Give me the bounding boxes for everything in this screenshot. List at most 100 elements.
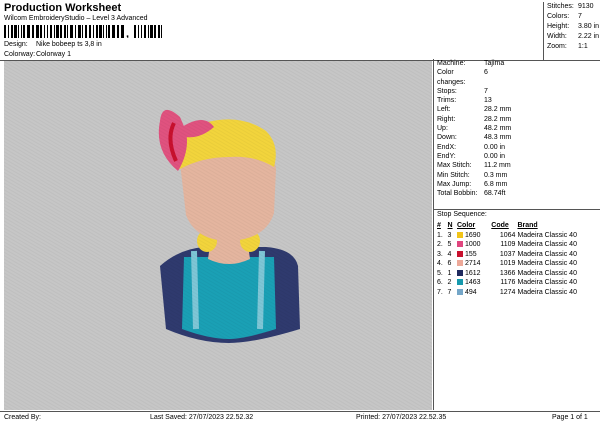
machine-info-row: Max Jump: 6.8 mm — [437, 180, 597, 189]
machine-info-key: Left: — [437, 106, 451, 114]
barcode-bar — [106, 25, 107, 38]
barcode-bar — [78, 25, 81, 38]
thread-color: 1463 — [456, 278, 490, 288]
barcode-bar — [23, 25, 25, 38]
machine-info-value: 6 — [484, 69, 488, 77]
barcode-bar — [47, 25, 48, 38]
thread-brand: Madeira Classic 40 — [517, 231, 577, 239]
design-preview — [4, 61, 432, 410]
stop-sequence-title: Stop Sequence: — [437, 211, 487, 218]
barcode-bar — [32, 25, 34, 38]
stop-number: 3. — [437, 250, 443, 258]
thread-code: 1274 — [499, 288, 516, 296]
color-swatch — [456, 241, 463, 247]
software-subtitle: Wilcom EmbroideryStudio – Level 3 Advanc… — [4, 15, 148, 22]
machine-info-value: 48.3 mm — [484, 134, 512, 142]
thread-brand: Madeira Classic 40 — [517, 269, 577, 277]
machine-info-value: 11.2 mm — [484, 162, 511, 170]
thread-brand: Madeira Classic 40 — [517, 241, 577, 248]
thread-brand: Madeira Classic 40 — [517, 279, 577, 286]
machine-info-value: 48.2 mm — [484, 125, 512, 133]
color-number: 1690 — [464, 231, 481, 239]
stop-sequence-divider — [434, 209, 600, 210]
barcode-bar — [85, 25, 87, 38]
machine-info-key: Color changes: — [437, 69, 466, 86]
color-swatch — [456, 260, 463, 266]
machine-info-key: Min Stitch: — [437, 171, 470, 179]
barcode-bar — [158, 25, 160, 38]
color-swatch — [456, 279, 463, 285]
stat-zoom: Zoom: 1:1 — [547, 43, 588, 50]
stop-sequence-row: 3. 4 155 1037 Madeira Classic 40 — [436, 250, 599, 260]
needle-number: 5 — [447, 241, 452, 248]
machine-info-row: Down: 48.3 mm — [437, 133, 597, 142]
thread-color: 494 — [456, 288, 490, 298]
barcode-bar — [36, 25, 39, 38]
page-title: Production Worksheet — [4, 2, 122, 14]
stop-sequence-row: 6. 2 1463 1176 Madeira Classic 40 — [436, 278, 599, 288]
machine-info-row: Total Bobbin: 68.74ft — [437, 189, 597, 198]
barcode-bar — [21, 25, 22, 38]
machine-info-value: 0.3 mm — [484, 171, 508, 179]
stat-stitches: Stitches: 9130 — [547, 3, 594, 10]
col-header-n: N — [447, 222, 453, 229]
stop-sequence-row: 2. 5 1000 1109 Madeira Classic 40 — [436, 240, 599, 250]
barcode-bar — [50, 25, 52, 38]
footer-last-saved: Last Saved: 27/07/2023 22.52.32 — [150, 414, 254, 421]
stop-number: 5. — [437, 269, 443, 277]
needle-number: 7 — [447, 288, 452, 296]
barcode-bar — [148, 25, 149, 38]
color-number: 1463 — [464, 279, 481, 286]
barcode-bar — [99, 25, 102, 38]
stop-number: 2. — [437, 241, 443, 248]
barcode-bar — [64, 25, 66, 38]
barcode-bar — [60, 25, 62, 38]
col-header-brand: Brand — [517, 222, 538, 229]
barcode: , — [4, 25, 162, 38]
barcode-bar — [82, 25, 83, 38]
machine-info-value: 0.00 in — [484, 143, 506, 151]
thread-brand: Madeira Classic 40 — [517, 288, 577, 296]
needle-number: 1 — [447, 269, 452, 277]
machine-info-row: Up: 48.2 mm — [437, 124, 597, 133]
barcode-bar — [134, 25, 136, 38]
barcode-bar — [8, 25, 9, 38]
colorway-label: Colorway: — [4, 51, 36, 58]
machine-info-row: EndX: 0.00 in — [437, 143, 597, 152]
color-number: 1000 — [464, 241, 481, 248]
barcode-bar — [54, 25, 55, 38]
design-value: Nike bobeep ts 3,8 in — [35, 41, 102, 48]
machine-info-row: EndY: 0.00 in — [437, 152, 597, 161]
thread-color: 155 — [456, 250, 490, 260]
machine-info-key: Max Stitch: — [437, 162, 472, 170]
thread-color: 2714 — [456, 259, 490, 269]
barcode-bar — [154, 25, 156, 38]
barcode-bar — [121, 25, 124, 38]
color-number: 155 — [464, 250, 477, 258]
col-header-color: Color — [456, 222, 476, 229]
color-swatch — [456, 269, 463, 276]
barcode-bar — [89, 25, 91, 38]
stop-sequence-row: 5. 1 1612 1366 Madeira Classic 40 — [436, 269, 599, 279]
barcode-text: , — [126, 28, 129, 38]
color-swatch — [456, 288, 463, 295]
thread-code: 1019 — [499, 260, 516, 267]
stop-number: 4. — [437, 260, 443, 267]
footer: Created By: Last Saved: 27/07/2023 22.52… — [0, 411, 600, 424]
barcode-bar — [117, 25, 119, 38]
color-number: 494 — [464, 288, 477, 296]
machine-info-key: Stops: — [437, 87, 457, 95]
stop-number: 7. — [437, 288, 443, 296]
barcode-bar — [40, 25, 42, 38]
col-header-num: # — [437, 222, 441, 229]
needle-number: 4 — [447, 250, 452, 258]
machine-info-key: Up: — [437, 125, 448, 133]
barcode-bar — [44, 25, 45, 38]
machine-info-key: Right: — [437, 115, 456, 123]
stop-number: 1. — [437, 231, 443, 239]
color-swatch — [456, 231, 463, 238]
barcode-bar — [108, 25, 110, 38]
stop-number: 6. — [437, 279, 443, 286]
machine-info-value: 13 — [484, 97, 492, 105]
thread-code: 1176 — [500, 279, 516, 286]
